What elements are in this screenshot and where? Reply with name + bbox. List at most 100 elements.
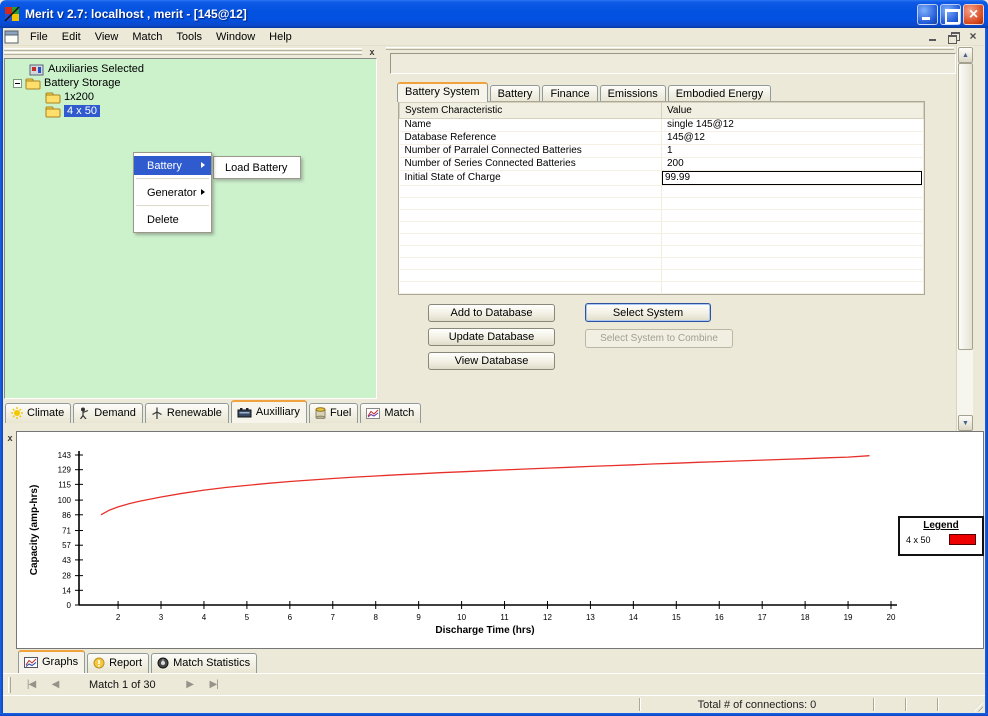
match-counter: Match 1 of 30 bbox=[89, 679, 156, 691]
table-row-empty[interactable] bbox=[400, 186, 924, 198]
table-row-empty[interactable] bbox=[400, 234, 924, 246]
menu-help[interactable]: Help bbox=[262, 30, 299, 44]
table-row[interactable]: Number of Parralel Connected Batteries 1 bbox=[400, 145, 924, 158]
table-row-empty[interactable] bbox=[400, 198, 924, 210]
svg-text:43: 43 bbox=[62, 556, 71, 565]
scroll-up-icon[interactable]: ▲ bbox=[958, 47, 973, 63]
module-tab-bar: Climate Demand Renewable Auxilliary Fuel… bbox=[5, 400, 421, 423]
close-button[interactable] bbox=[963, 4, 984, 25]
tree-collapse-icon[interactable] bbox=[13, 79, 22, 88]
system-tab-bar: Battery System Battery Finance Emissions… bbox=[397, 82, 771, 102]
menu-view[interactable]: View bbox=[88, 30, 126, 44]
characteristics-table: System Characteristic Value Name single … bbox=[398, 101, 925, 295]
menu-file[interactable]: File bbox=[23, 30, 55, 44]
context-menu-battery[interactable]: Battery bbox=[134, 156, 211, 175]
table-row-empty[interactable] bbox=[400, 222, 924, 234]
panel-gripper[interactable] bbox=[4, 48, 362, 51]
menu-window[interactable]: Window bbox=[209, 30, 262, 44]
legend-title: Legend bbox=[900, 520, 982, 531]
maximize-button[interactable] bbox=[940, 4, 961, 25]
select-system-button[interactable]: Select System bbox=[585, 303, 711, 322]
tree-item-4x50[interactable]: 4 x 50 bbox=[45, 104, 100, 118]
panel-gripper[interactable] bbox=[4, 52, 362, 55]
table-row[interactable]: Name single 145@12 bbox=[400, 119, 924, 132]
next-match-button[interactable]: ▶ bbox=[178, 676, 202, 694]
mdi-child-icon bbox=[4, 30, 19, 44]
last-match-button[interactable]: ▶| bbox=[202, 676, 226, 694]
context-menu-generator[interactable]: Generator bbox=[134, 183, 211, 202]
table-row-empty[interactable] bbox=[400, 246, 924, 258]
tab-finance[interactable]: Finance bbox=[542, 85, 597, 102]
menu-match[interactable]: Match bbox=[125, 30, 169, 44]
resize-grip[interactable] bbox=[969, 697, 985, 713]
svg-text:3: 3 bbox=[159, 613, 164, 622]
menu-tools[interactable]: Tools bbox=[169, 30, 209, 44]
col-header-characteristic[interactable]: System Characteristic bbox=[400, 103, 662, 119]
tree-item-auxiliaries-selected[interactable]: Auxiliaries Selected bbox=[29, 62, 144, 76]
table-row-empty[interactable] bbox=[400, 258, 924, 270]
col-header-value[interactable]: Value bbox=[662, 103, 924, 119]
table-row-empty[interactable] bbox=[400, 282, 924, 294]
table-row-empty[interactable] bbox=[400, 210, 924, 222]
table-row[interactable]: Database Reference 145@12 bbox=[400, 132, 924, 145]
context-menu-delete[interactable]: Delete bbox=[134, 210, 211, 229]
view-database-button[interactable]: View Database bbox=[428, 352, 555, 370]
tree-item-1x200[interactable]: 1x200 bbox=[45, 90, 94, 104]
svg-text:2: 2 bbox=[116, 613, 121, 622]
tab-battery[interactable]: Battery bbox=[490, 85, 541, 102]
tab-climate[interactable]: Climate bbox=[5, 403, 71, 423]
tab-emissions[interactable]: Emissions bbox=[600, 85, 666, 102]
mdi-restore-icon[interactable] bbox=[945, 30, 961, 44]
result-tab-bar: Graphs Report Match Statistics bbox=[18, 650, 257, 673]
right-panel-gripper bbox=[386, 47, 954, 50]
folder-icon bbox=[25, 77, 41, 90]
svg-text:9: 9 bbox=[416, 613, 421, 622]
menu-separator bbox=[136, 178, 209, 180]
graph-panel-close-icon[interactable]: x bbox=[4, 433, 16, 445]
first-match-button[interactable]: |◀ bbox=[19, 676, 43, 694]
initial-state-of-charge-input[interactable]: 99.99 bbox=[662, 171, 922, 185]
mdi-minimize-icon[interactable] bbox=[925, 30, 941, 44]
tab-embodied-energy[interactable]: Embodied Energy bbox=[668, 85, 771, 102]
tab-fuel[interactable]: Fuel bbox=[309, 403, 358, 423]
tab-battery-system[interactable]: Battery System bbox=[397, 82, 488, 102]
right-panel-scrollbar[interactable]: ▲ ▼ bbox=[956, 46, 973, 432]
mdi-close-icon[interactable]: × bbox=[965, 30, 981, 44]
navbar-gripper[interactable] bbox=[8, 677, 11, 693]
tree-item-battery-storage[interactable]: Battery Storage bbox=[13, 76, 120, 90]
context-submenu-load-battery[interactable]: Load Battery bbox=[213, 156, 301, 179]
scrollbar-thumb[interactable] bbox=[958, 63, 973, 350]
previous-match-button[interactable]: ◀ bbox=[43, 676, 67, 694]
tab-demand[interactable]: Demand bbox=[73, 403, 143, 423]
menu-edit[interactable]: Edit bbox=[55, 30, 88, 44]
tab-match[interactable]: Match bbox=[360, 403, 421, 423]
tab-graphs[interactable]: Graphs bbox=[18, 650, 85, 673]
table-row[interactable]: Number of Series Connected Batteries 200 bbox=[400, 158, 924, 171]
svg-text:14: 14 bbox=[629, 613, 638, 622]
chart-plot: 0142843577186100115129143234567891011121… bbox=[17, 432, 983, 648]
person-icon bbox=[79, 407, 90, 419]
svg-text:115: 115 bbox=[58, 480, 71, 489]
statistics-icon bbox=[157, 657, 169, 669]
svg-text:10: 10 bbox=[457, 613, 466, 622]
scroll-down-icon[interactable]: ▼ bbox=[958, 415, 973, 431]
status-separator bbox=[873, 698, 875, 711]
svg-text:17: 17 bbox=[758, 613, 767, 622]
add-to-database-button[interactable]: Add to Database bbox=[428, 304, 555, 322]
chart-legend: Legend 4 x 50 bbox=[898, 516, 984, 556]
svg-text:5: 5 bbox=[245, 613, 250, 622]
select-system-to-combine-button[interactable]: Select System to Combine bbox=[585, 329, 733, 348]
system-name-box[interactable] bbox=[390, 53, 956, 74]
auxiliaries-icon bbox=[29, 63, 45, 76]
tab-renewable[interactable]: Renewable bbox=[145, 403, 229, 423]
table-row[interactable]: Initial State of Charge 99.99 bbox=[400, 171, 924, 186]
window-title: Merit v 2.7: localhost , merit - [145@12… bbox=[25, 7, 915, 21]
tab-auxilliary[interactable]: Auxilliary bbox=[231, 400, 307, 423]
submenu-arrow-icon bbox=[201, 189, 205, 195]
minimize-button[interactable] bbox=[917, 4, 938, 25]
update-database-button[interactable]: Update Database bbox=[428, 328, 555, 346]
table-row-empty[interactable] bbox=[400, 270, 924, 282]
svg-text:86: 86 bbox=[62, 511, 71, 520]
tab-report[interactable]: Report bbox=[87, 653, 149, 673]
tab-match-statistics[interactable]: Match Statistics bbox=[151, 653, 257, 673]
